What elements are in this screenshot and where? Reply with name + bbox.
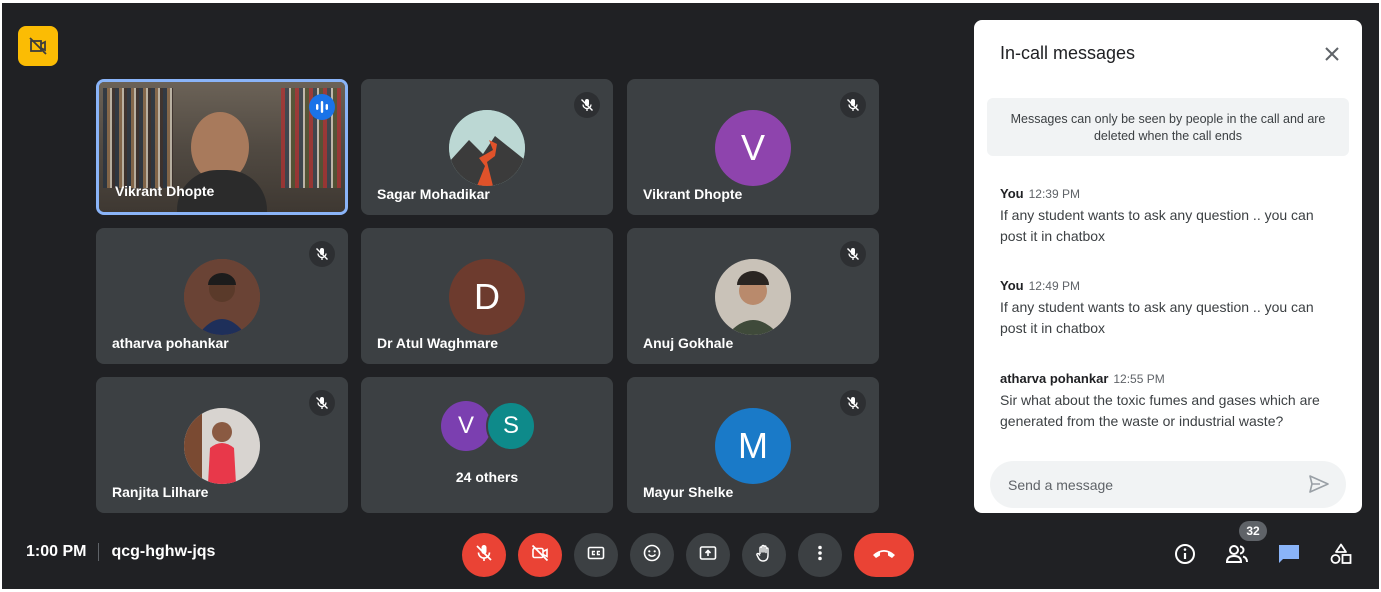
more-options-icon: [810, 543, 830, 568]
present-button[interactable]: [686, 533, 730, 577]
participant-avatar: V: [441, 401, 491, 451]
others-count-label: 24 others: [455, 469, 519, 485]
participant-name: Mayur Shelke: [643, 484, 734, 500]
camera-toggle-button[interactable]: [518, 533, 562, 577]
participant-avatar: M: [715, 408, 791, 484]
chat-message: atharva pohankar 12:55 PM Sir what about …: [1000, 371, 1340, 432]
end-call-button[interactable]: [854, 533, 914, 577]
captions-button[interactable]: [574, 533, 618, 577]
people-icon[interactable]: [1224, 541, 1250, 567]
message-input[interactable]: [1008, 461, 1288, 508]
participant-name: Sagar Mohadikar: [377, 186, 490, 202]
audio-wave-icon: [309, 94, 335, 120]
mic-off-icon: [840, 92, 866, 118]
message-text: Sir what about the toxic fumes and gases…: [1000, 392, 1320, 429]
raise-hand-button[interactable]: [742, 533, 786, 577]
emoji-icon: [642, 543, 662, 568]
emoji-button[interactable]: [630, 533, 674, 577]
participant-avatar: [715, 259, 791, 335]
chat-message: You 12:49 PM If any student wants to ask …: [1000, 278, 1340, 339]
meet-window: Vikrant Dhopte Sagar Mohadikar V Vikrant…: [2, 3, 1379, 589]
participant-avatar: [449, 110, 525, 186]
mic-off-icon: [309, 241, 335, 267]
chat-notice: Messages can only be seen by people in t…: [987, 98, 1349, 156]
participant-tile[interactable]: Vikrant Dhopte: [96, 79, 348, 215]
raise-hand-icon: [754, 543, 774, 568]
current-time: 1:00 PM: [26, 543, 87, 560]
panel-title: In-call messages: [1000, 43, 1136, 63]
message-text: If any student wants to ask any question…: [1000, 207, 1314, 244]
others-tile[interactable]: V S 24 others: [361, 377, 613, 513]
message-composer: [990, 461, 1346, 508]
participant-avatar: V: [715, 110, 791, 186]
participant-name: atharva pohankar: [112, 335, 229, 351]
participant-avatar: S: [486, 401, 536, 451]
participant-name: Dr Atul Waghmare: [377, 335, 499, 351]
divider: [98, 543, 100, 561]
meeting-details: 1:00 PM qcg-hghw-jqs: [26, 543, 215, 561]
chat-icon[interactable]: [1276, 541, 1302, 567]
end-call-icon: [871, 546, 897, 565]
participant-tile[interactable]: Sagar Mohadikar: [361, 79, 613, 215]
participant-name: Ranjita Lilhare: [112, 484, 209, 500]
participant-name: Anuj Gokhale: [643, 335, 734, 351]
participant-count-badge: 32: [1239, 521, 1267, 541]
chat-panel: In-call messages Messages can only be se…: [974, 20, 1362, 513]
message-text: If any student wants to ask any question…: [1000, 299, 1314, 336]
participant-tile[interactable]: D Dr Atul Waghmare: [361, 228, 613, 364]
participant-tile[interactable]: Anuj Gokhale: [627, 228, 879, 364]
participant-avatar: [184, 259, 260, 335]
more-options-button[interactable]: [798, 533, 842, 577]
participant-tile[interactable]: atharva pohankar: [96, 228, 348, 364]
participant-tile[interactable]: M Mayur Shelke: [627, 377, 879, 513]
message-time: 12:39 PM: [1028, 187, 1080, 201]
send-icon[interactable]: [1308, 473, 1332, 497]
captions-icon: [586, 543, 606, 568]
chat-message: You 12:39 PM If any student wants to ask …: [1000, 186, 1340, 247]
present-icon: [698, 543, 718, 568]
message-sender: You: [1000, 278, 1024, 293]
message-time: 12:49 PM: [1028, 279, 1080, 293]
mic-off-icon: [840, 241, 866, 267]
close-icon[interactable]: [1320, 42, 1344, 66]
message-sender: atharva pohankar: [1000, 371, 1109, 386]
participant-tile[interactable]: Ranjita Lilhare: [96, 377, 348, 513]
camera-off-icon: [530, 543, 550, 568]
participant-name: Vikrant Dhopte: [115, 183, 215, 199]
mic-off-icon: [840, 390, 866, 416]
activities-icon[interactable]: [1328, 541, 1354, 567]
participant-avatar: [184, 408, 260, 484]
mic-off-icon: [309, 390, 335, 416]
message-time: 12:55 PM: [1113, 372, 1165, 386]
mic-off-icon: [574, 92, 600, 118]
info-icon[interactable]: [1172, 541, 1198, 567]
mic-toggle-button[interactable]: [462, 533, 506, 577]
message-sender: You: [1000, 186, 1024, 201]
participant-name: Vikrant Dhopte: [643, 186, 743, 202]
meeting-code: qcg-hghw-jqs: [111, 543, 216, 560]
no-video-corner-icon[interactable]: [18, 26, 58, 66]
participant-avatar: D: [449, 259, 525, 335]
mic-off-icon: [474, 543, 494, 568]
participant-tile[interactable]: V Vikrant Dhopte: [627, 79, 879, 215]
